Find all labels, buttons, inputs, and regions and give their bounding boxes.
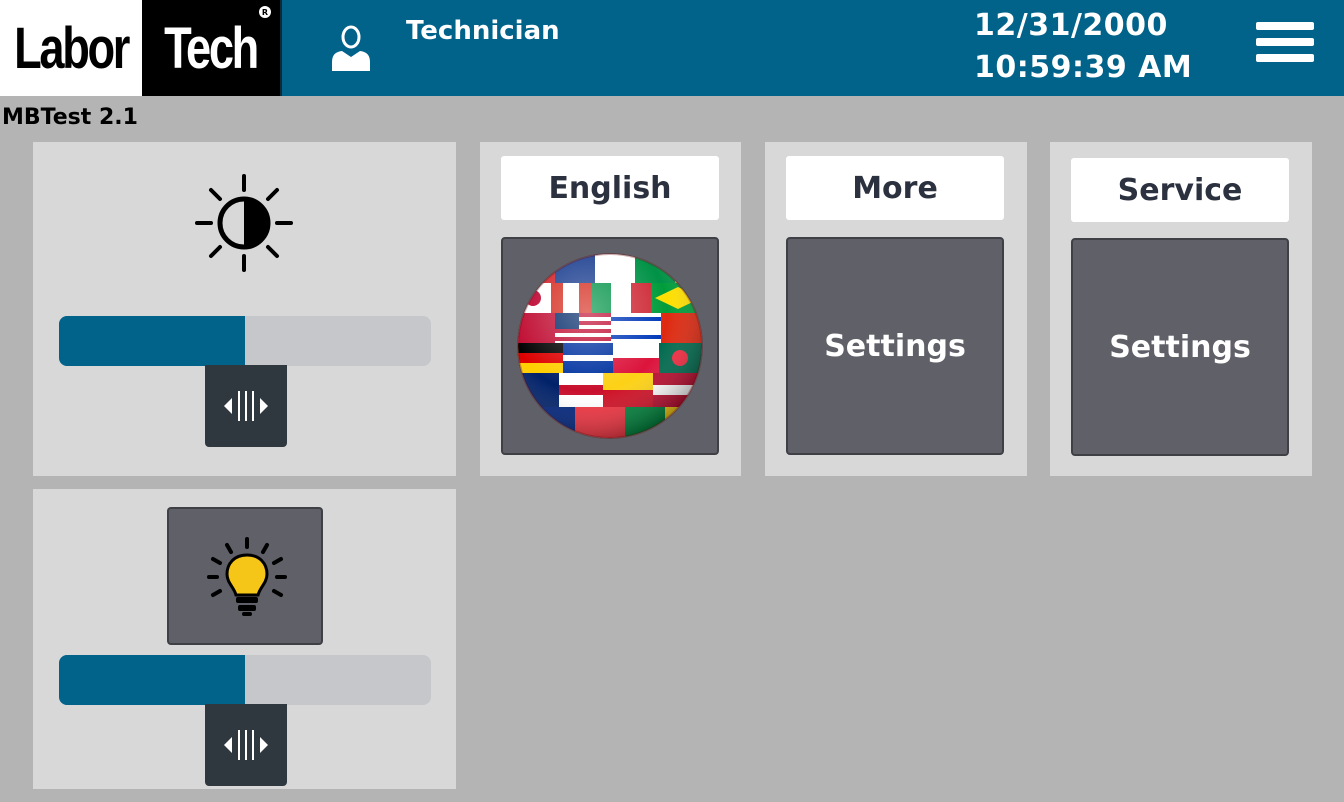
user-role-label: Technician <box>406 16 560 46</box>
slider-grip-icon <box>224 391 268 421</box>
light-slider-fill <box>59 655 245 705</box>
logo-text-labor: Labor <box>14 16 130 81</box>
logo-right-block: Tech R <box>142 0 280 96</box>
service-settings-button[interactable]: Settings <box>1071 238 1289 456</box>
menu-line <box>1256 22 1314 30</box>
logo-text-tech: Tech <box>164 16 260 81</box>
more-settings-tile: More Settings <box>765 142 1027 476</box>
light-bulb-icon <box>207 537 287 616</box>
more-settings-button[interactable]: Settings <box>786 237 1004 455</box>
date-display: 12/31/2000 <box>974 8 1168 43</box>
language-select-button[interactable] <box>501 237 719 455</box>
logo-left-block: Labor <box>0 0 142 96</box>
brightness-panel <box>33 142 456 476</box>
light-slider-handle[interactable] <box>205 704 287 786</box>
brightness-slider[interactable] <box>59 316 431 366</box>
light-panel <box>33 489 456 789</box>
flags-globe-icon <box>517 253 703 439</box>
service-settings-tile: Service Settings <box>1050 142 1312 476</box>
language-label-button[interactable]: English <box>501 156 719 220</box>
brightness-slider-handle[interactable] <box>205 365 287 447</box>
slider-grip-icon <box>224 730 268 760</box>
service-label-button[interactable]: Service <box>1071 158 1289 222</box>
user-icon[interactable] <box>328 24 374 72</box>
hamburger-menu-icon[interactable] <box>1256 22 1314 72</box>
registered-mark: R <box>259 6 271 18</box>
menu-line <box>1256 54 1314 62</box>
header-bar: Labor Tech R Technician 12/31/2000 10:59… <box>0 0 1344 96</box>
language-tile: English <box>480 142 741 476</box>
time-display: 10:59:39 AM <box>974 50 1193 85</box>
labortech-logo: Labor Tech R <box>0 0 282 96</box>
light-toggle-button[interactable] <box>167 507 323 645</box>
menu-line <box>1256 38 1314 46</box>
version-label: MBTest 2.1 <box>2 105 138 130</box>
more-label-button[interactable]: More <box>786 156 1004 220</box>
brightness-slider-fill <box>59 316 245 366</box>
light-slider[interactable] <box>59 655 431 705</box>
brightness-contrast-icon <box>195 174 293 272</box>
